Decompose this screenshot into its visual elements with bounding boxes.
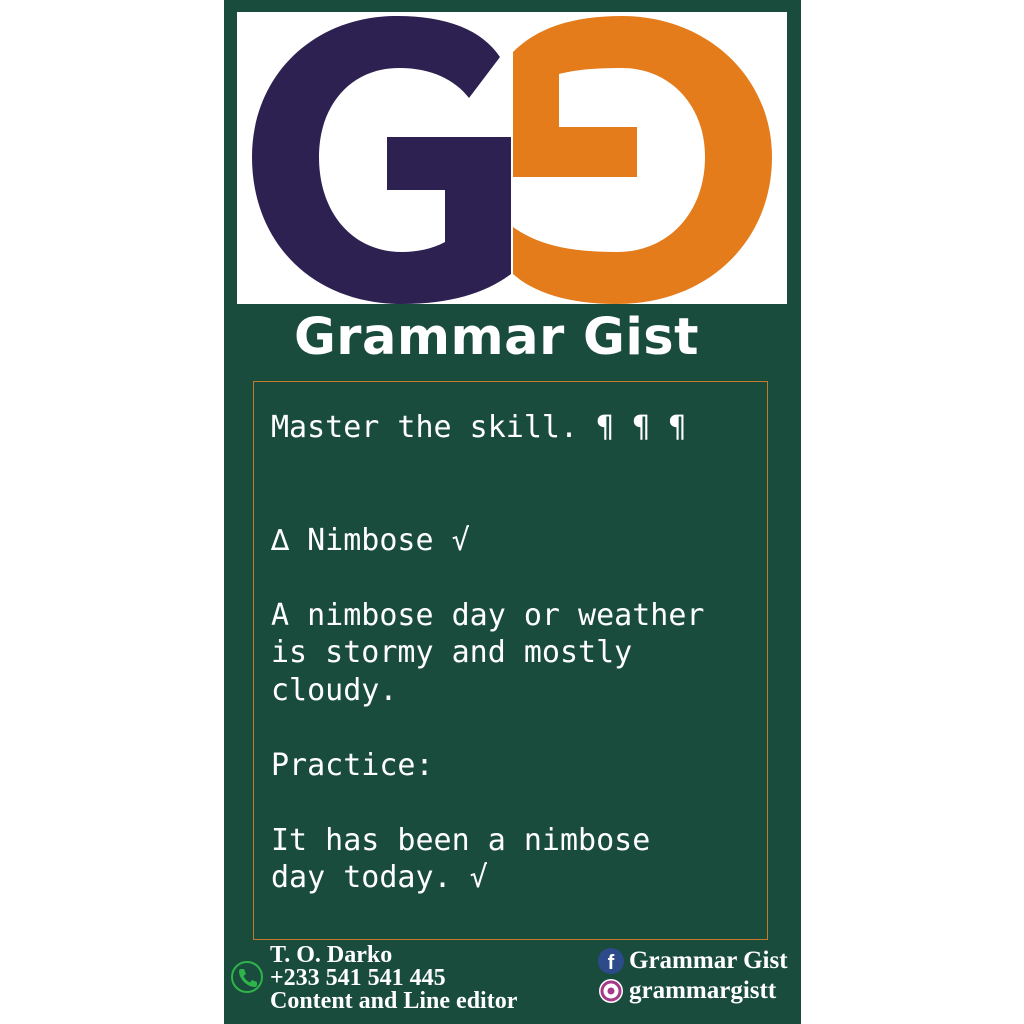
facebook-label: Grammar Gist bbox=[629, 947, 788, 974]
lesson-frame: Master the skill. ¶ ¶ ¶ ∆ Nimbose √ A ni… bbox=[253, 381, 768, 940]
lesson-line: It has been a nimbose bbox=[271, 822, 651, 858]
gg-logo-icon bbox=[252, 16, 772, 304]
facebook-icon: f bbox=[598, 948, 624, 974]
phone-icon bbox=[231, 961, 263, 993]
lesson-text: Master the skill. ¶ ¶ ¶ ∆ Nimbose √ A ni… bbox=[271, 409, 761, 897]
lesson-line: cloudy. bbox=[271, 672, 398, 708]
lesson-line: day today. √ bbox=[271, 860, 488, 895]
lesson-line: A nimbose day or weather bbox=[271, 597, 705, 633]
instagram-icon bbox=[599, 979, 623, 1003]
author-role: Content and Line editor bbox=[270, 988, 518, 1014]
svg-text:f: f bbox=[608, 952, 615, 974]
social-links: f Grammar Gist grammargistt bbox=[598, 946, 788, 1006]
poster-card: Grammar Gist Master the skill. ¶ ¶ ¶ ∆ N… bbox=[224, 0, 801, 1024]
instagram-label: grammargistt bbox=[629, 977, 777, 1004]
author-name: T. O. Darko bbox=[270, 942, 393, 968]
brand-title: Grammar Gist bbox=[293, 308, 700, 367]
author-info: T. O. Darko +233 541 541 445 Content and… bbox=[270, 942, 518, 1014]
logo-letter-g-left bbox=[252, 16, 511, 304]
lesson-line: Practice: bbox=[271, 747, 434, 783]
facebook-link[interactable]: f Grammar Gist bbox=[598, 946, 788, 976]
lesson-line: ∆ Nimbose √ bbox=[271, 522, 470, 558]
lesson-line: Master the skill. ¶ ¶ ¶ bbox=[271, 410, 687, 445]
lesson-line: is stormy and mostly bbox=[271, 635, 633, 670]
instagram-link[interactable]: grammargistt bbox=[598, 976, 788, 1006]
author-phone[interactable]: +233 541 541 445 bbox=[270, 966, 517, 990]
logo-panel bbox=[237, 12, 787, 304]
logo-letter-g-right bbox=[513, 16, 772, 304]
